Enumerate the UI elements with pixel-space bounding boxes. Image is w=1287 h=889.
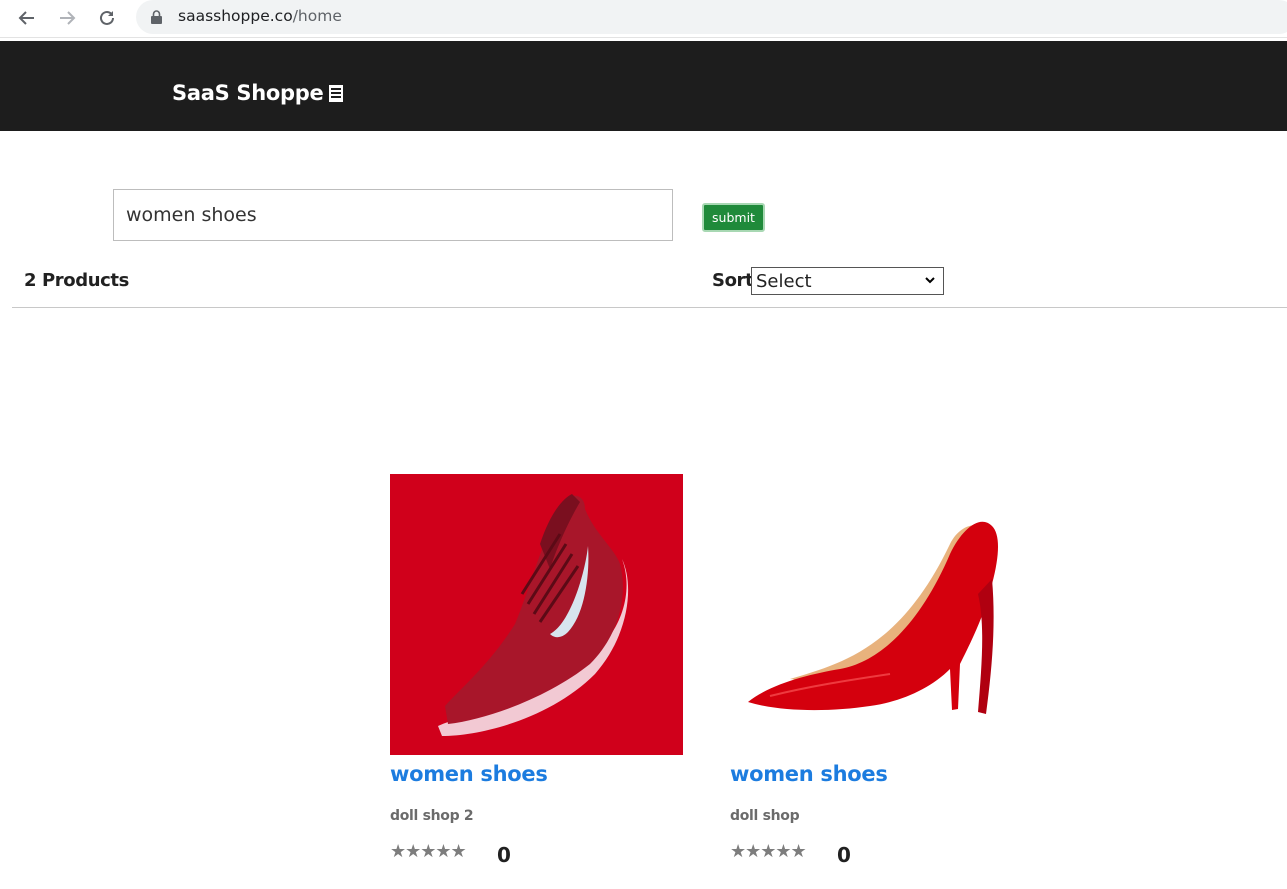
divider bbox=[12, 307, 1287, 308]
brand-logo[interactable]: SaaS Shoppe bbox=[172, 81, 344, 105]
brand-name: SaaS Shoppe bbox=[172, 81, 324, 105]
forward-icon[interactable] bbox=[53, 4, 81, 32]
sort-selected-value: Select bbox=[756, 270, 812, 292]
product-card[interactable]: women shoes doll shop 2 ★★★★★ 0 bbox=[390, 474, 683, 867]
star-rating[interactable]: ★★★★★ bbox=[730, 841, 807, 862]
rating-count: 0 bbox=[497, 843, 511, 867]
product-title[interactable]: women shoes bbox=[730, 762, 888, 786]
shop-icon bbox=[329, 85, 344, 102]
back-icon[interactable] bbox=[13, 4, 41, 32]
product-title[interactable]: women shoes bbox=[390, 762, 548, 786]
url-text: saasshoppe.co/home bbox=[178, 7, 342, 25]
chevron-down-icon bbox=[925, 277, 935, 284]
product-card[interactable]: women shoes doll shop ★★★★★ 0 bbox=[730, 474, 1023, 867]
product-count: 2 Products bbox=[24, 270, 129, 291]
red-high-heel-image[interactable] bbox=[730, 474, 1023, 755]
red-sneaker-image[interactable] bbox=[390, 474, 683, 755]
shop-name: doll shop 2 bbox=[390, 808, 474, 824]
app-header: SaaS Shoppe bbox=[0, 41, 1287, 131]
sort-select[interactable]: Select bbox=[751, 267, 944, 295]
reload-icon[interactable] bbox=[93, 4, 121, 32]
sort-label: Sort bbox=[712, 270, 754, 291]
shop-name: doll shop bbox=[730, 808, 800, 824]
browser-toolbar: saasshoppe.co/home bbox=[0, 0, 1287, 38]
submit-button[interactable]: submit bbox=[702, 203, 765, 232]
search-input[interactable] bbox=[113, 189, 673, 241]
star-rating[interactable]: ★★★★★ bbox=[390, 841, 467, 862]
lock-icon bbox=[151, 10, 162, 29]
address-bar[interactable]: saasshoppe.co/home bbox=[136, 0, 1287, 34]
rating-count: 0 bbox=[837, 843, 851, 867]
